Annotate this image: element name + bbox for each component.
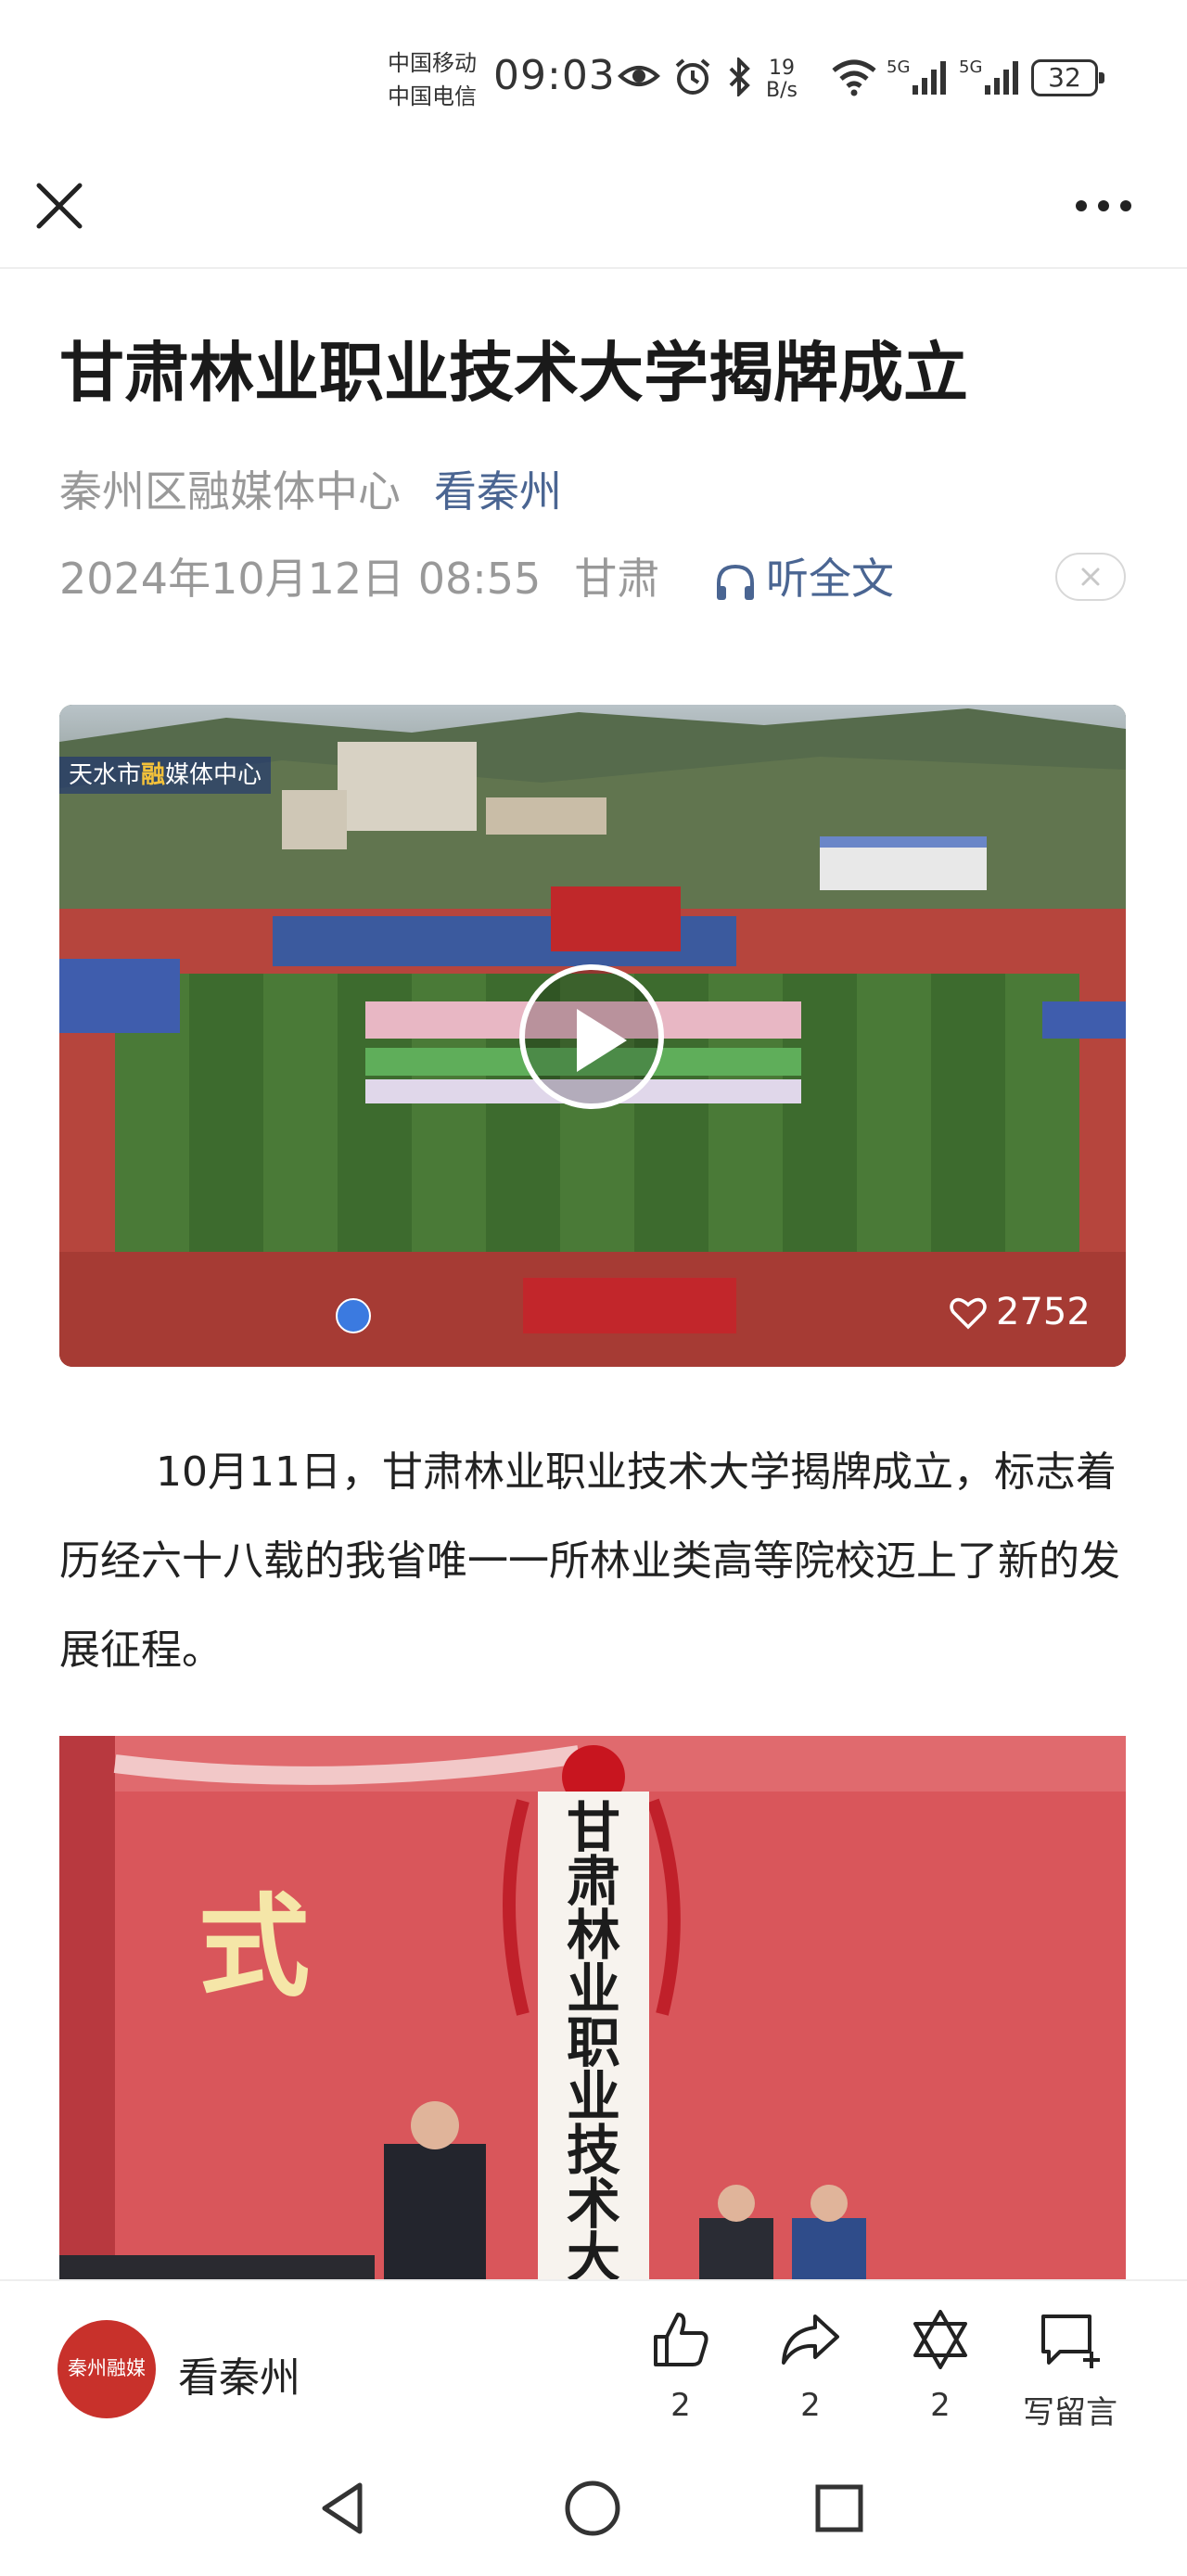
watermark-right: 媒体中心	[165, 761, 262, 789]
avatar-logo-text: 秦州融媒	[68, 2357, 146, 2379]
carrier-1: 中国移动	[388, 50, 477, 76]
source-row: 秦州区融媒体中心 看秦州	[59, 458, 562, 519]
signal-icon	[913, 61, 946, 95]
region-label: 甘肃	[574, 554, 660, 604]
more-icon	[1076, 200, 1131, 211]
article-paragraph: 10月11日，甘肃林业职业技术大学揭牌成立，标志着历经六十八载的我省唯一一所林业…	[59, 1448, 1120, 1674]
close-icon	[1081, 567, 1100, 586]
comment-add-icon	[1041, 2315, 1100, 2368]
home-icon	[565, 2480, 620, 2536]
signal-1-label: 5G	[887, 57, 911, 77]
account-avatar[interactable]: 秦州融媒	[57, 2320, 156, 2418]
dismiss-audio-button[interactable]	[1055, 553, 1126, 601]
back-icon	[322, 2482, 363, 2534]
favorite-count: 2	[930, 2387, 951, 2424]
video-like-count: 2752	[996, 1291, 1091, 1333]
clock: 09:03	[493, 52, 616, 99]
top-nav	[0, 148, 1187, 269]
video-watermark: 天水市融媒体中心	[59, 757, 272, 794]
signal-icon	[985, 61, 1018, 95]
article-source: 秦州区融媒体中心	[59, 466, 401, 516]
watermark-left: 天水市	[69, 761, 142, 789]
hexagram-icon	[913, 2310, 967, 2369]
account-name[interactable]: 看秦州	[178, 2344, 300, 2404]
headphones-icon	[717, 564, 754, 600]
listen-label: 听全文	[766, 554, 894, 604]
write-comment-label: 写留言	[1023, 2394, 1117, 2431]
net-speed-unit: B/s	[766, 79, 798, 102]
bottom-action-bar: 秦州融媒 看秦州 2 2 2 写留言	[0, 2279, 1187, 2441]
backdrop-character: 式	[198, 1881, 310, 2012]
carrier-2: 中国电信	[388, 83, 477, 109]
recents-icon	[815, 2484, 863, 2532]
write-comment-button[interactable]: 写留言	[1015, 2307, 1126, 2432]
like-count: 2	[670, 2387, 691, 2424]
carrier-labels: 中国移动 中国电信	[388, 46, 477, 113]
plaque-text: 甘肃林业职业技术大	[566, 1796, 620, 2279]
alarm-icon	[675, 58, 710, 95]
signal-2-label: 5G	[959, 57, 983, 77]
battery-icon: 32	[1031, 59, 1104, 96]
listen-full-text-button[interactable]: 听全文	[714, 545, 894, 606]
publish-datetime: 2024年10月12日 08:55	[59, 554, 542, 604]
more-button[interactable]	[1066, 172, 1141, 239]
video-player[interactable]: 天水市融媒体中心 2752	[59, 705, 1126, 1367]
back-button[interactable]	[312, 2476, 377, 2541]
share-button[interactable]: 2	[755, 2307, 866, 2424]
net-speed: 19 B/s	[766, 57, 798, 102]
heart-icon	[950, 1297, 987, 1330]
close-icon	[36, 183, 83, 229]
play-button[interactable]	[519, 964, 664, 1109]
recents-button[interactable]	[807, 2476, 872, 2541]
wifi-icon	[832, 59, 876, 96]
verified-icon	[336, 1298, 371, 1333]
eye-icon	[618, 66, 660, 86]
share-icon	[782, 2315, 839, 2365]
system-nav-bar	[0, 2441, 1187, 2576]
like-button[interactable]: 2	[625, 2307, 736, 2424]
article-title: 甘肃林业职业技术大学揭牌成立	[59, 335, 968, 411]
close-button[interactable]	[26, 172, 93, 239]
bluetooth-icon	[729, 57, 750, 96]
home-button[interactable]	[560, 2476, 625, 2541]
account-link[interactable]: 看秦州	[434, 466, 562, 516]
datetime-row: 2024年10月12日 08:55 甘肃	[59, 545, 659, 606]
thumbs-up-icon	[654, 2313, 708, 2366]
video-like-button[interactable]: 2752	[950, 1291, 1091, 1333]
play-icon	[577, 1009, 627, 1072]
favorite-button[interactable]: 2	[885, 2307, 996, 2424]
watermark-mid: 融	[141, 761, 166, 789]
article-photo: 式 甘肃林业职业技术大	[59, 1736, 1126, 2279]
net-speed-value: 19	[768, 57, 795, 80]
share-count: 2	[800, 2387, 821, 2424]
status-bar: 中国移动 中国电信 09:03 19 B/s 5G 5G 32	[0, 0, 1187, 148]
